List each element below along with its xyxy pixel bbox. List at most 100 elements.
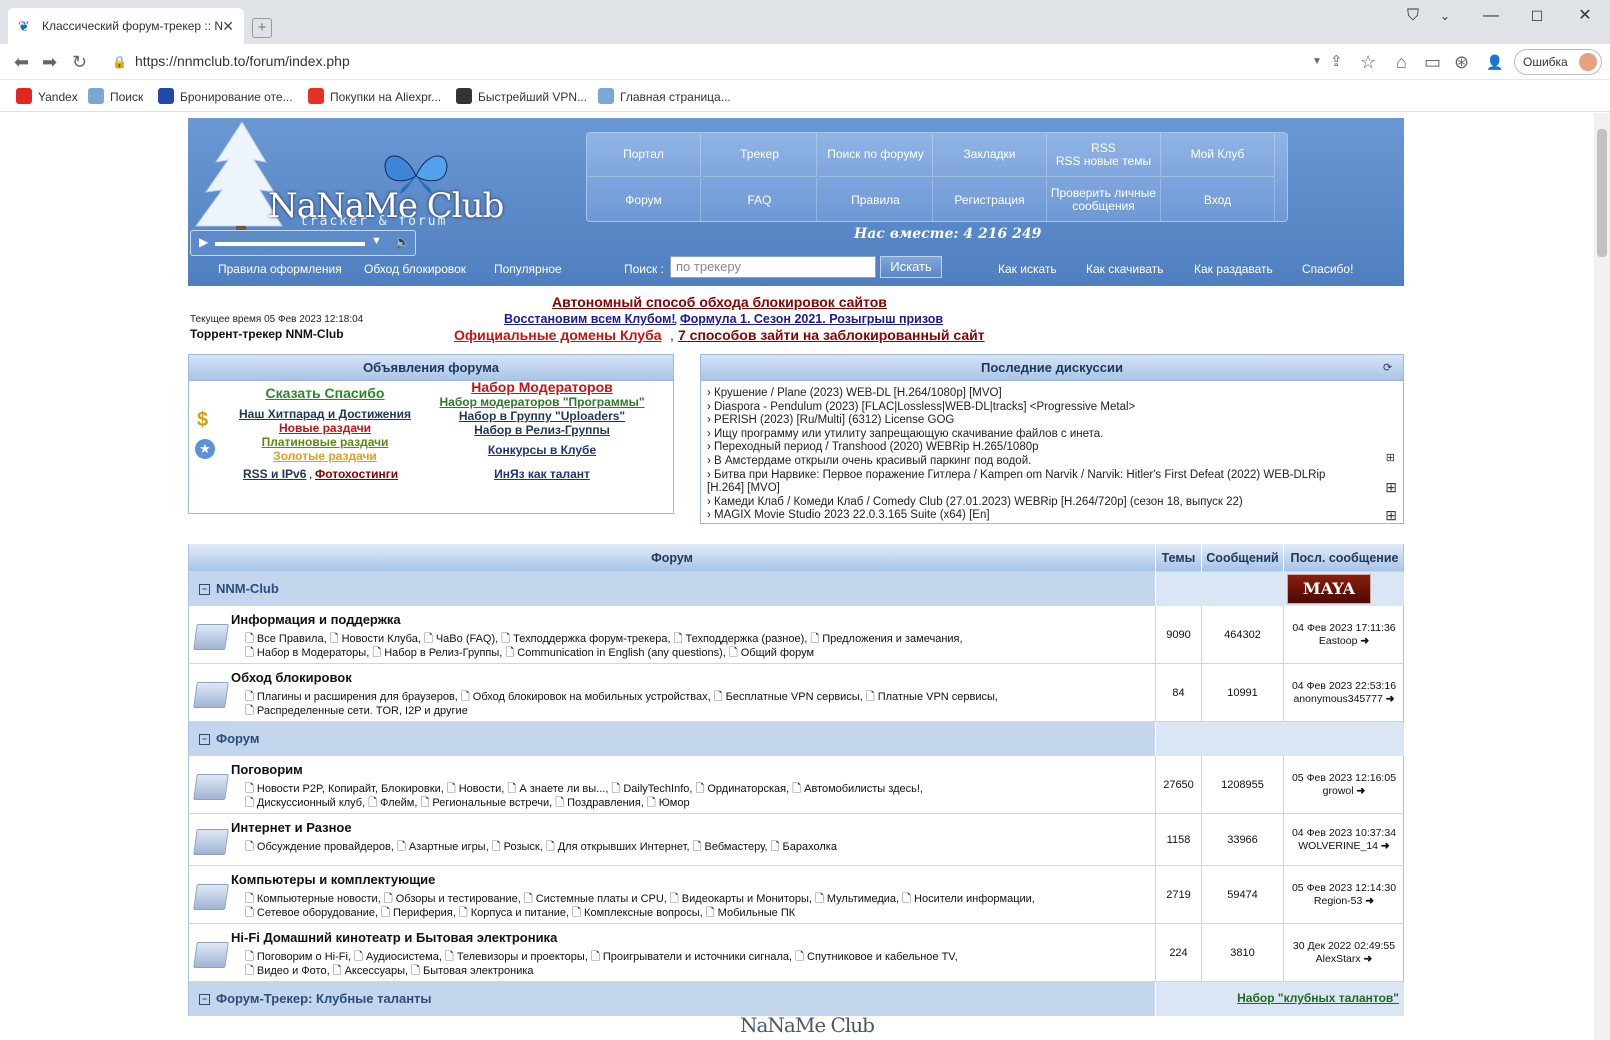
minimize-icon[interactable]: —: [1476, 6, 1506, 26]
share-icon[interactable]: ⇪: [1330, 52, 1343, 72]
discussion-link[interactable]: › PERISH (2023) [Ru/Multi] (6312) Licens…: [707, 414, 954, 426]
forum-ad-link[interactable]: ИнЯз как талант: [437, 467, 647, 481]
expand-more-icon[interactable]: ⊞: [1385, 507, 1397, 524]
collapse-icon[interactable]: −: [199, 994, 210, 1005]
category-title[interactable]: − Форум: [199, 731, 259, 746]
forum-ad-link[interactable]: Наш Хитпарад и Достижения: [235, 407, 415, 421]
nav-item[interactable]: Портал: [587, 133, 701, 177]
reload-icon[interactable]: ↻: [72, 52, 87, 72]
player-dropdown-icon[interactable]: ▼: [371, 235, 382, 247]
search-button[interactable]: Искать: [880, 256, 942, 278]
expand-icon[interactable]: ⊞: [1385, 479, 1397, 496]
last-post-user-link[interactable]: WOLVERINE_14 ➜: [1298, 840, 1389, 853]
bookmark-item[interactable]: Бронирование оте...: [158, 88, 293, 104]
restore-club-link[interactable]: Восстановим всем Клубом!: [504, 312, 676, 326]
go-to-post-icon[interactable]: ➜: [1362, 895, 1374, 907]
subforum-list[interactable]: 🗋 Обсуждение провайдеров, 🗋 Азартные игр…: [231, 840, 837, 854]
bookmark-item[interactable]: Поиск: [88, 88, 143, 104]
close-tab-icon[interactable]: ✕: [222, 18, 234, 35]
subnav-bypass-link[interactable]: Обход блокировок: [364, 262, 466, 276]
bookmark-item[interactable]: Yandex: [16, 88, 78, 104]
category-title[interactable]: − NNM-Club: [199, 581, 279, 596]
talents-link[interactable]: Набор "клубных талантов": [1237, 991, 1399, 1005]
search-input[interactable]: по трекеру: [670, 256, 876, 278]
forum-ad-link[interactable]: Набор в Группу "Uploaders": [437, 409, 647, 423]
discussion-link[interactable]: › Ищу программу или утилиту запрещающую …: [707, 428, 1103, 440]
scrollbar-thumb[interactable]: [1597, 129, 1607, 257]
subforum-list[interactable]: 🗋 Все Правила, 🗋 Новости Клуба, 🗋 ЧаВо (…: [231, 632, 963, 646]
nav-item[interactable]: Правила: [819, 178, 933, 222]
go-to-post-icon[interactable]: ➜: [1354, 785, 1366, 797]
subforum-list[interactable]: 🗋 Поговорим о Hi-Fi, 🗋 Аудиосистема, 🗋 Т…: [231, 950, 958, 964]
nav-item[interactable]: Проверить личные сообщения: [1047, 178, 1161, 222]
last-post-cell[interactable]: 04 Фев 2023 10:37:34 WOLVERINE_14 ➜: [1283, 814, 1404, 865]
nav-item[interactable]: Трекер: [703, 133, 817, 177]
collapse-icon[interactable]: −: [199, 734, 210, 745]
subnav-popular-link[interactable]: Популярное: [494, 262, 562, 276]
dropdown-icon[interactable]: ▼: [1312, 52, 1322, 72]
collapse-icon[interactable]: −: [199, 584, 210, 595]
last-post-user-link[interactable]: anonymous345777 ➜: [1293, 693, 1394, 706]
subnav-thanks-link[interactable]: Спасибо!: [1302, 262, 1353, 276]
close-window-icon[interactable]: ✕: [1570, 6, 1600, 26]
last-post-cell[interactable]: 04 Фев 2023 22:53:16 anonymous345777 ➜: [1283, 664, 1404, 721]
photo-hosting-link[interactable]: Фотохостинги: [315, 467, 398, 481]
volume-icon[interactable]: 🔈: [395, 235, 410, 249]
bookmark-item[interactable]: Главная страница...: [598, 88, 731, 104]
seven-ways-link[interactable]: 7 способов зайти на заблокированный сайт: [678, 327, 985, 343]
shirt-icon[interactable]: ⛉: [1398, 6, 1428, 26]
home-icon[interactable]: ⌂: [1396, 52, 1407, 72]
forward-icon[interactable]: ➡: [42, 52, 57, 72]
bookmark-item[interactable]: Покупки на Aliexpr...: [308, 88, 441, 104]
forum-ad-link[interactable]: Платиновые раздачи: [235, 435, 415, 449]
address-bar[interactable]: 🔒 https://nnmclub.to/forum/index.php: [112, 53, 350, 69]
forum-name-link[interactable]: Интернет и Разное: [231, 820, 352, 835]
discussion-link[interactable]: [H.264] [MVO]: [707, 482, 780, 494]
back-icon[interactable]: ⬅: [14, 52, 29, 72]
subforum-list[interactable]: 🗋 Плагины и расширения для браузеров, 🗋 …: [231, 690, 998, 704]
subforum-list[interactable]: 🗋 Набор в Модераторы, 🗋 Набор в Релиз-Гр…: [231, 646, 814, 660]
nav-item[interactable]: Поиск по форуму: [819, 133, 933, 177]
subforum-list[interactable]: 🗋 Сетевое оборудование, 🗋 Периферия, 🗋 К…: [231, 906, 795, 920]
forum-name-link[interactable]: Информация и поддержка: [231, 612, 401, 627]
maximize-icon[interactable]: ☐: [1522, 6, 1552, 26]
forum-ad-link[interactable]: Золотые раздачи: [235, 449, 415, 463]
subnav-rules-link[interactable]: Правила оформления: [218, 262, 342, 276]
last-post-cell[interactable]: 04 Фев 2023 17:11:36 Eastoop ➜: [1283, 606, 1404, 663]
subforum-list[interactable]: 🗋 Распределенные сети. TOR, I2P и другие: [231, 704, 468, 718]
subforum-list[interactable]: 🗋 Видео и Фото, 🗋 Аксессуары, 🗋 Бытовая …: [231, 964, 534, 978]
rss-ipv6-link[interactable]: RSS и IPv6: [243, 467, 306, 481]
profile-icon[interactable]: 👤: [1486, 52, 1503, 72]
forum-name-link[interactable]: Обход блокировок: [231, 670, 352, 685]
forum-ad-link[interactable]: Конкурсы в Клубе: [437, 443, 647, 457]
go-to-post-icon[interactable]: ➜: [1357, 635, 1369, 647]
go-to-post-icon[interactable]: ➜: [1361, 953, 1373, 965]
forum-name-link[interactable]: Поговорим: [231, 762, 303, 777]
nav-item[interactable]: Регистрация: [933, 178, 1047, 222]
bookmark-item[interactable]: Быстрейший VPN...: [456, 88, 587, 104]
forum-ad-link[interactable]: Новые раздачи: [235, 421, 415, 435]
expand-small-icon[interactable]: ⊞: [1386, 451, 1395, 464]
last-post-user-link[interactable]: growol ➜: [1323, 785, 1366, 798]
bypass-announce-link[interactable]: Автономный способ обхода блокировок сайт…: [552, 294, 887, 310]
go-to-post-icon[interactable]: ➜: [1378, 840, 1390, 852]
subnav-how-download-link[interactable]: Как скачивать: [1086, 262, 1164, 276]
chevron-down-icon[interactable]: ⌄: [1430, 6, 1460, 26]
maya-banner[interactable]: MAYA: [1287, 574, 1371, 604]
subnav-how-search-link[interactable]: Как искать: [998, 262, 1057, 276]
forum-ad-link[interactable]: Набор в Релиз-Группы: [437, 423, 647, 437]
player-progress-bar[interactable]: [215, 242, 365, 246]
nav-item[interactable]: Мой Клуб: [1161, 133, 1275, 177]
last-post-user-link[interactable]: Eastoop ➜: [1319, 635, 1369, 648]
extension-icon[interactable]: ⊛: [1454, 52, 1469, 72]
subforum-list[interactable]: 🗋 Новости P2P, Копирайт, Блокировки, 🗋 Н…: [231, 782, 923, 796]
nav-item[interactable]: Форум: [587, 178, 701, 222]
nav-item[interactable]: RSS RSS новые темы: [1047, 133, 1161, 177]
discussion-link[interactable]: › В Амстердаме открыли очень красивый па…: [707, 455, 1031, 467]
nav-item[interactable]: Закладки: [933, 133, 1047, 177]
page-scrollbar[interactable]: [1594, 113, 1610, 1040]
new-tab-button[interactable]: +: [252, 18, 272, 38]
discussion-link[interactable]: › Diaspora - Pendulum (2023) [FLAC|Lossl…: [707, 401, 1135, 413]
star-icon[interactable]: ☆: [1360, 52, 1376, 72]
category-title[interactable]: − Форум-Трекер: Клубные таланты: [199, 991, 432, 1006]
